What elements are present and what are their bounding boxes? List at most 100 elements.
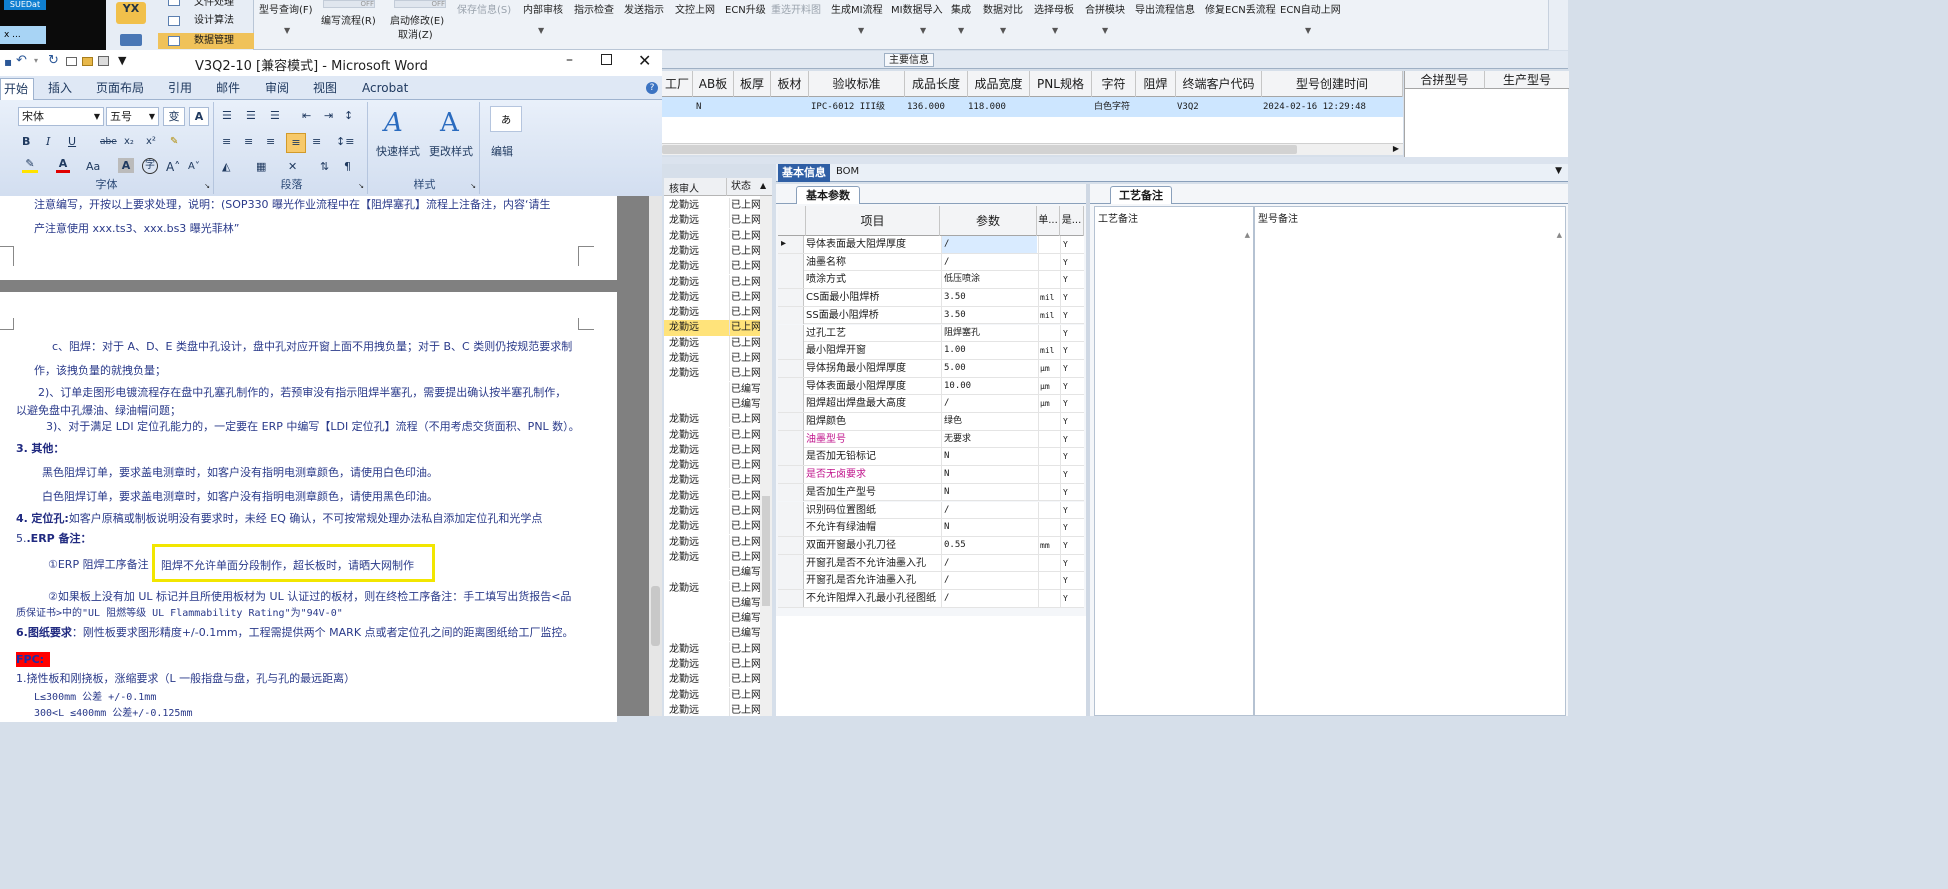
font-size-select[interactable]: 五号 ▼ [106, 107, 159, 126]
chinese-layout-icon[interactable]: ✕ [288, 158, 297, 176]
cell-param[interactable]: / [941, 395, 1037, 413]
table-row[interactable]: 龙勤远 已上网 [664, 657, 760, 672]
scroll-up-icon[interactable]: ▲ [1557, 231, 1562, 239]
scroll-thumb[interactable] [662, 145, 1297, 154]
table-row[interactable]: 龙勤远 已上网 [664, 580, 760, 596]
col-pnl[interactable]: PNL规格 [1030, 71, 1092, 97]
tb-fix-ecn[interactable]: 修复ECN丢流程 [1205, 1, 1276, 16]
align-center-icon[interactable]: ≡ [244, 133, 253, 151]
superscript-icon[interactable]: x² [146, 133, 156, 151]
table-row[interactable]: 是否无卤要求 N Y [778, 466, 1084, 484]
table-row[interactable]: 龙勤远 已上网 [664, 305, 760, 321]
tab-view[interactable]: 视图 [313, 80, 337, 96]
col-solder[interactable]: 阻焊 [1136, 71, 1176, 97]
col-status[interactable]: 状态 [726, 178, 751, 196]
col-ab[interactable]: AB板 [693, 71, 734, 97]
table-row[interactable]: 龙勤远 已上网 [664, 534, 760, 550]
col-prod-model[interactable]: 生产型号 [1485, 71, 1569, 89]
edit-button[interactable]: 编辑 [491, 143, 513, 159]
sort-az-icon[interactable]: ⇅ [320, 158, 329, 176]
row-selector[interactable] [778, 519, 804, 537]
col-customer[interactable]: 终端客户代码 [1176, 71, 1262, 97]
redo-icon[interactable]: ↻ [48, 53, 59, 68]
change-styles-icon[interactable]: A [440, 108, 459, 138]
toggle-off-1[interactable]: OFF [323, 0, 375, 8]
chevron-down-icon[interactable]: ▼ [284, 26, 290, 35]
table-row[interactable]: 最小阻焊开窗 1.00 mil Y [778, 342, 1084, 360]
tab-basic-info[interactable]: 基本信息 [778, 164, 830, 182]
maximize-icon[interactable] [601, 54, 612, 65]
align-right-icon[interactable]: ≡ [266, 133, 275, 151]
table-row[interactable]: SS面最小阻焊桥 3.50 mil Y [778, 306, 1084, 325]
row-selector[interactable] [778, 289, 804, 307]
quick-styles-button[interactable]: 快速样式 [376, 143, 420, 159]
cell-param[interactable]: 阻焊塞孔 [941, 324, 1037, 342]
splitter[interactable] [662, 157, 1568, 164]
row-selector[interactable] [778, 448, 804, 466]
find-icon[interactable]: ぁ [490, 106, 522, 132]
table-row[interactable]: 已编写 [664, 595, 760, 611]
nav-item-design-algo[interactable]: 设计算法 [158, 13, 254, 29]
cell-param[interactable]: / [941, 572, 1037, 590]
shading-icon[interactable]: ◭ [222, 158, 230, 176]
scroll-thumb[interactable] [762, 496, 770, 606]
open-folder-icon[interactable] [82, 57, 93, 66]
subtab-basic-params[interactable]: 基本参数 [796, 186, 860, 204]
chevron-down-icon[interactable]: ▼ [1052, 26, 1058, 35]
cell-param[interactable]: 5.00 [941, 359, 1037, 377]
table-row[interactable]: 双面开窗最小孔刀径 0.55 mm Y [778, 536, 1084, 555]
dialog-launcher-icon[interactable]: ↘ [204, 182, 210, 190]
tb-save-info[interactable]: 保存信息(S) [457, 1, 511, 16]
row-selector[interactable] [778, 590, 804, 607]
reviewer-vscroll[interactable] [760, 196, 772, 716]
row-selector[interactable] [778, 395, 804, 413]
table-row[interactable]: 龙勤远 已上网 [664, 504, 760, 519]
tab-layout[interactable]: 页面布局 [96, 80, 144, 96]
cell-param[interactable]: 绿色 [941, 413, 1037, 430]
table-row[interactable]: 龙勤远 已上网 [664, 672, 760, 688]
tab-bom[interactable]: BOM [836, 166, 859, 177]
row-selector[interactable] [778, 324, 804, 342]
table-row[interactable]: 龙勤远 已上网 [664, 335, 760, 351]
col-thickness[interactable]: 板厚 [734, 71, 771, 97]
table-row[interactable]: 是否加生产型号 N Y [778, 483, 1084, 502]
col-width[interactable]: 成品宽度 [968, 71, 1030, 97]
shrink-font-icon[interactable]: A˅ [188, 158, 200, 176]
col-created[interactable]: 型号创建时间 [1262, 71, 1403, 97]
table-row[interactable]: 开窗孔是否不允许油墨入孔 / Y [778, 554, 1084, 573]
table-row[interactable]: 已编写 [664, 611, 760, 627]
cell-param[interactable]: 10.00 [941, 377, 1037, 395]
save-icon[interactable]: ▪ [4, 55, 12, 69]
cell-param[interactable]: / [941, 554, 1037, 572]
table-row[interactable]: 龙勤远 已上网 [664, 320, 760, 336]
show-marks-icon[interactable]: ¶ [344, 158, 351, 176]
toolbar-collapse[interactable] [1548, 0, 1568, 50]
char-border-icon[interactable]: A [189, 107, 209, 126]
table-row[interactable]: 过孔工艺 阻焊塞孔 Y [778, 324, 1084, 343]
line-spacing-icon[interactable]: ↕≡ [336, 133, 354, 151]
nav-item-data-mgmt[interactable]: 数据管理 [158, 33, 254, 49]
underline-icon[interactable]: U [68, 133, 76, 151]
close-icon[interactable]: ✕ [638, 51, 651, 70]
table-row[interactable]: 喷涂方式 低压喷涂 Y [778, 271, 1084, 290]
cell-param[interactable]: / [941, 253, 1037, 271]
scroll-thumb[interactable] [651, 586, 660, 646]
row-selector[interactable] [778, 501, 804, 519]
tab-mailings[interactable]: 邮件 [216, 80, 240, 96]
table-row[interactable]: 龙勤远 已上网 [664, 198, 760, 213]
tb-ecn-auto[interactable]: ECN自动上网 [1280, 1, 1341, 16]
tb-ecn-upgrade[interactable]: ECN升级 [725, 1, 766, 16]
table-row[interactable]: CS面最小阻焊桥 3.50 mil Y [778, 289, 1084, 307]
sort-up-icon[interactable]: ▲ [760, 181, 766, 190]
tb-compare[interactable]: 数据对比 [983, 1, 1023, 16]
help-icon[interactable]: ? [646, 82, 658, 94]
table-row[interactable]: 是否加无铅标记 N Y [778, 448, 1084, 467]
grow-font-icon[interactable]: A˄ [166, 158, 180, 176]
table-row[interactable]: 龙勤远 已上网 [664, 351, 760, 366]
enclose-char-icon[interactable]: 字 [142, 158, 158, 174]
table-row[interactable]: N IPC-6012 III级 136.000 118.000 白色字符 V3Q… [662, 97, 1403, 117]
row-selector[interactable] [778, 359, 804, 377]
table-row[interactable]: 不允许有绿油帽 N Y [778, 519, 1084, 537]
table-row[interactable]: 龙勤远 已上网 [664, 213, 760, 229]
table-row[interactable]: 已编写 [664, 396, 760, 412]
